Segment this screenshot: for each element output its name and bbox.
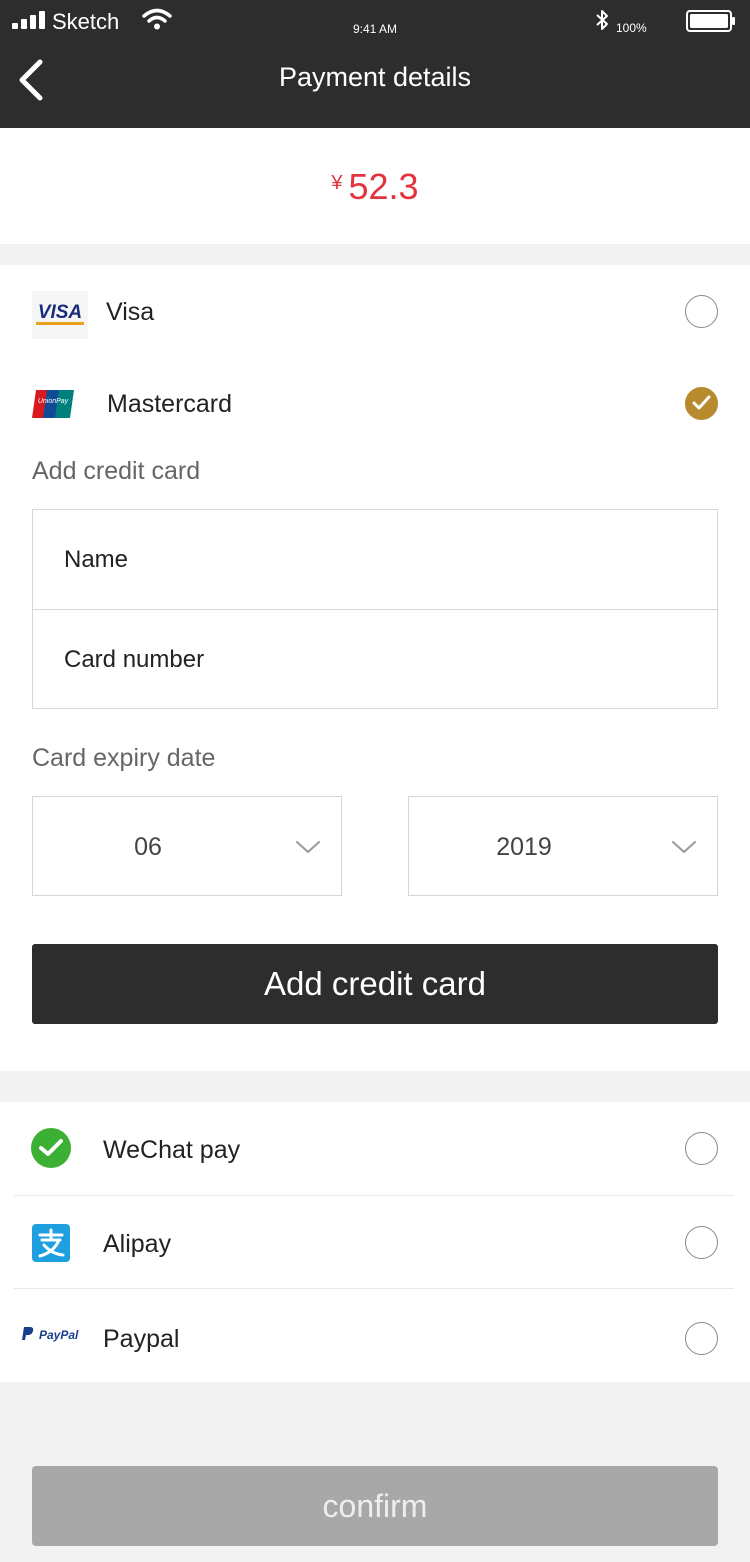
expiry-year-value: 2019 [496, 833, 552, 861]
payment-option-label: Alipay [103, 1230, 172, 1258]
unionpay-logo-icon: UnionPay [32, 390, 74, 418]
chevron-down-icon [296, 841, 320, 853]
svg-text:VISA: VISA [38, 302, 82, 323]
confirm-button[interactable]: confirm [32, 1466, 718, 1546]
payment-option-label: Paypal [103, 1325, 180, 1353]
amount-section: ¥52.3 [0, 128, 750, 244]
wechat-icon [31, 1128, 71, 1168]
name-field-label: Name [64, 546, 129, 573]
paypal-icon: PayPal [22, 1327, 79, 1342]
expiry-date-label: Card expiry date [32, 744, 216, 772]
svg-text:PayPal: PayPal [39, 1328, 79, 1342]
visa-logo-icon: VISA [32, 291, 88, 339]
payment-option-label: Visa [106, 298, 155, 326]
currency-symbol: ¥ [331, 172, 343, 194]
battery-icon [686, 10, 735, 32]
expiry-year-select[interactable]: 2019 [408, 796, 718, 896]
payment-option-visa[interactable]: VISA Visa [0, 265, 750, 357]
payment-option-label: Mastercard [107, 390, 233, 418]
other-payment-methods: WeChat pay Alipay PayPal Paypal [0, 1102, 750, 1382]
card-payment-section: VISA Visa UnionPay Mastercard Add credit… [0, 265, 750, 1071]
payment-option-wechat[interactable]: WeChat pay [0, 1102, 750, 1195]
battery-percentage: 100% [616, 21, 647, 35]
chevron-down-icon [672, 841, 696, 853]
paypal-radio[interactable] [685, 1322, 718, 1355]
svg-text:UnionPay: UnionPay [38, 398, 69, 405]
amount-value: 52.3 [348, 166, 419, 207]
card-number-field[interactable]: Card number [33, 609, 717, 708]
status-bar: Sketch 9:41 AM 100% [0, 0, 750, 40]
alipay-radio[interactable] [685, 1226, 718, 1259]
payment-option-paypal[interactable]: PayPal Paypal [0, 1289, 750, 1382]
payment-amount: ¥52.3 [0, 166, 750, 208]
card-number-field-label: Card number [64, 646, 205, 673]
payment-option-mastercard[interactable]: UnionPay Mastercard [0, 357, 750, 449]
add-credit-card-heading: Add credit card [32, 457, 201, 485]
name-field[interactable]: Name [33, 510, 717, 609]
wechat-radio[interactable] [685, 1132, 718, 1165]
visa-radio[interactable] [685, 295, 718, 328]
bluetooth-icon [596, 10, 608, 30]
credit-card-form: Name Card number [32, 509, 718, 709]
checkmark-icon [692, 395, 711, 410]
expiry-month-value: 06 [134, 833, 162, 861]
add-credit-card-button[interactable]: Add credit card [32, 944, 718, 1024]
mastercard-radio[interactable] [685, 387, 718, 420]
expiry-month-select[interactable]: 06 [32, 796, 342, 896]
payment-option-alipay[interactable]: Alipay [0, 1196, 750, 1289]
header: Sketch 9:41 AM 100% Payment details [0, 0, 750, 128]
alipay-icon [32, 1224, 70, 1262]
payment-option-label: WeChat pay [103, 1136, 241, 1164]
page-title: Payment details [278, 62, 472, 92]
